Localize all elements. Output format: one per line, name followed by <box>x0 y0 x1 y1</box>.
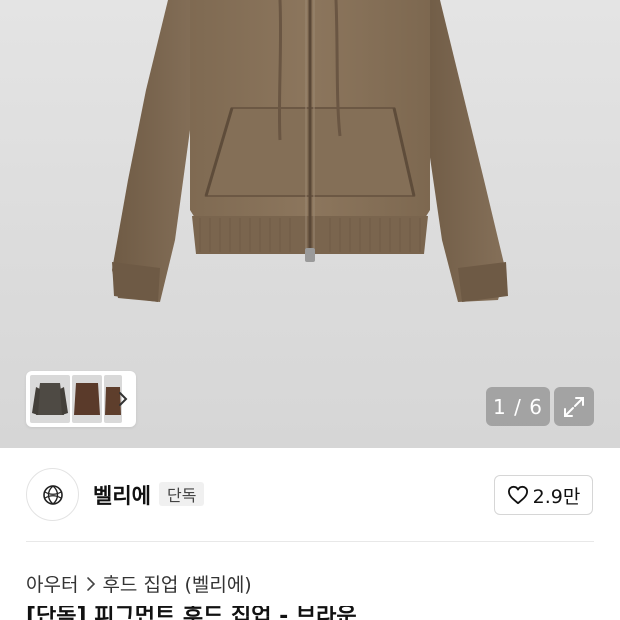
breadcrumb-category[interactable]: 아우터 <box>26 570 78 597</box>
thumbnail-back[interactable] <box>72 375 102 423</box>
product-title-text: [단독] 피그먼트 후드 집업 - 브라운 <box>26 606 357 620</box>
divider <box>26 541 594 542</box>
breadcrumb-subcategory[interactable]: 후드 집업 (벨리에) <box>102 570 251 597</box>
breadcrumb: 아우터 후드 집업 (벨리에) <box>26 570 252 597</box>
like-button[interactable]: 2.9만 <box>494 475 593 515</box>
brand-row: 벨리에 단독 2.9만 <box>0 448 620 542</box>
exclusive-badge: 단독 <box>159 482 205 506</box>
like-count: 2.9만 <box>532 485 581 508</box>
brand-logo[interactable] <box>26 468 79 521</box>
product-title: [단독] 피그먼트 후드 집업 - 브라운 <box>26 606 496 620</box>
image-counter: 1 / 6 <box>486 387 550 426</box>
expand-icon <box>564 396 584 417</box>
thumbnail-front[interactable] <box>30 375 70 423</box>
brand-emblem-icon <box>42 484 63 505</box>
product-image-gallery[interactable]: 1 / 6 <box>0 0 620 448</box>
thumbnail-strip[interactable] <box>26 371 136 427</box>
chevron-right-icon <box>86 576 96 592</box>
expand-button[interactable] <box>554 387 594 426</box>
heart-icon <box>507 485 528 505</box>
chevron-right-icon[interactable] <box>116 389 130 409</box>
brand-name[interactable]: 벨리에 <box>93 480 151 510</box>
